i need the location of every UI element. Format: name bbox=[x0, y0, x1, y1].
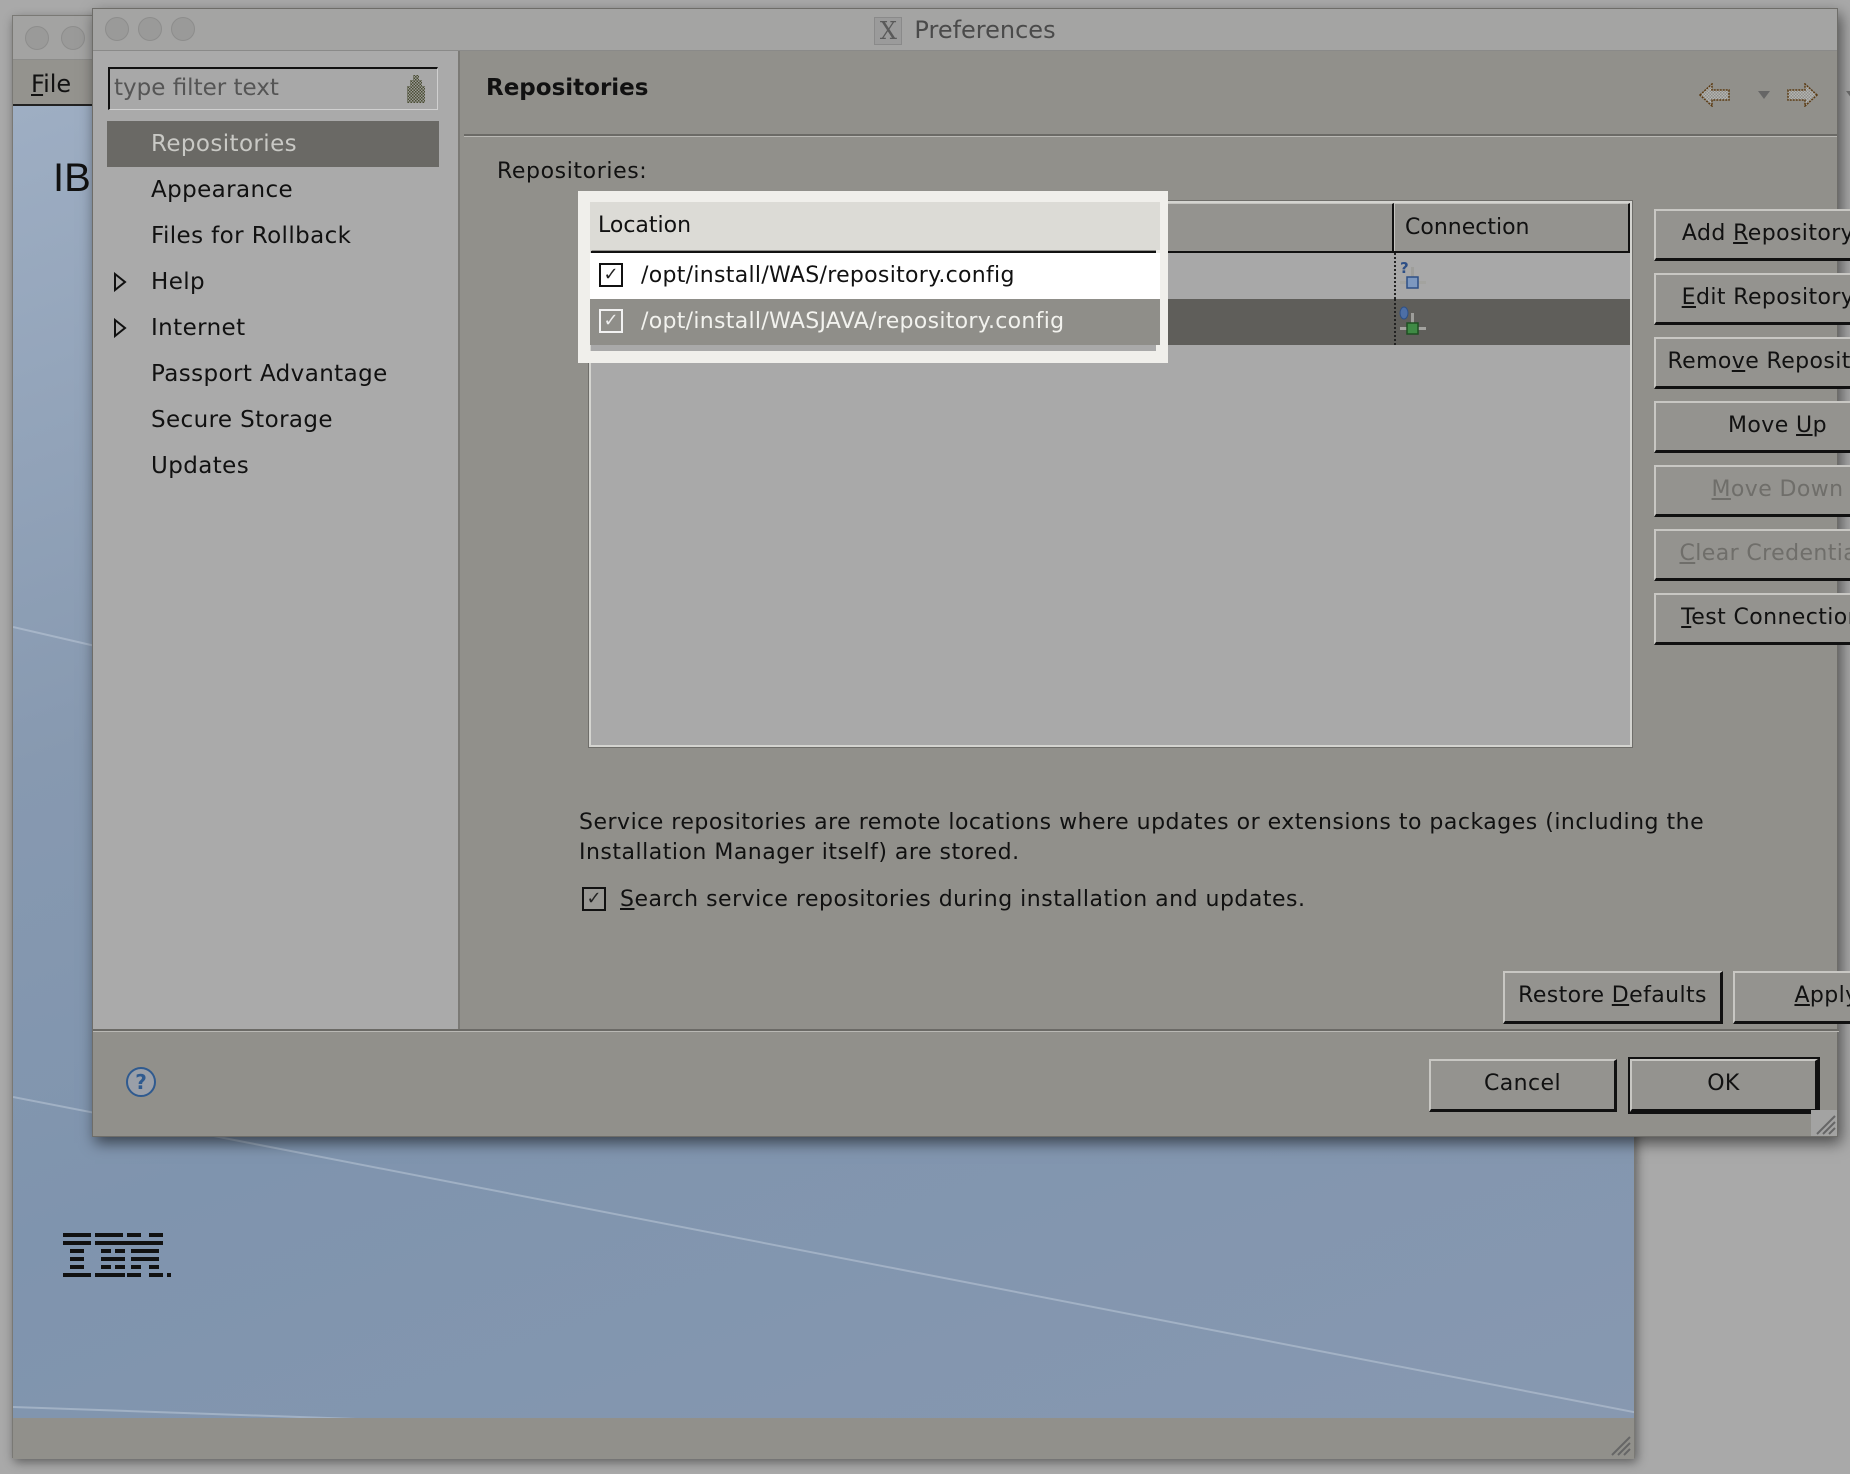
help-icon[interactable]: ? bbox=[126, 1067, 156, 1097]
expand-arrow-icon[interactable] bbox=[113, 272, 127, 292]
repositories-label: Repositories: bbox=[497, 159, 648, 184]
remove-repository-button[interactable]: Remove Repository bbox=[1654, 337, 1850, 389]
row-location: /opt/install/WASJAVA/repository.config bbox=[641, 309, 1065, 334]
ibm-logo bbox=[63, 1233, 171, 1277]
dialog-title: Preferences bbox=[914, 16, 1056, 44]
x11-icon: X bbox=[874, 17, 903, 45]
sidebar-item-label: Appearance bbox=[151, 177, 294, 203]
add-repository-button[interactable]: Add Repository... bbox=[1654, 209, 1850, 261]
sidebar-item-label: Updates bbox=[151, 453, 250, 479]
connection-ok-icon bbox=[1399, 306, 1426, 335]
sidebar-item-repositories[interactable]: Repositories bbox=[107, 121, 439, 167]
description-text: Service repositories are remote location… bbox=[579, 810, 1705, 865]
back-close-button[interactable] bbox=[25, 26, 49, 50]
footer-separator bbox=[93, 1029, 1839, 1032]
sidebar-item-label: Passport Advantage bbox=[151, 361, 388, 387]
sidebar-item-files-for-rollback[interactable]: Files for Rollback bbox=[107, 213, 439, 259]
row-checkbox-checked[interactable]: ✓ bbox=[599, 263, 623, 287]
page-title: Repositories bbox=[486, 75, 649, 101]
sidebar-item-updates[interactable]: Updates bbox=[107, 443, 439, 489]
background-streak bbox=[13, 1096, 1634, 1418]
clear-credentials-button[interactable]: Clear Credentials bbox=[1654, 529, 1850, 581]
resize-grip-icon[interactable] bbox=[1811, 1110, 1837, 1136]
search-service-repositories-label[interactable]: Search service repositories during insta… bbox=[620, 884, 1306, 916]
sidebar-item-label: Internet bbox=[151, 315, 246, 341]
back-arrow-icon[interactable] bbox=[1699, 83, 1731, 107]
sidebar-item-label: Help bbox=[151, 269, 206, 295]
expand-arrow-icon[interactable] bbox=[113, 318, 127, 338]
edit-repository-button[interactable]: Edit Repository... bbox=[1654, 273, 1850, 325]
sidebar-item-appearance[interactable]: Appearance bbox=[107, 167, 439, 213]
dialog-title-wrap: X Preferences bbox=[93, 16, 1837, 45]
sidebar-item-internet[interactable]: Internet bbox=[107, 305, 439, 351]
back-minimize-button[interactable] bbox=[61, 26, 85, 50]
apply-button[interactable]: Apply bbox=[1733, 971, 1850, 1024]
ok-button[interactable]: OK bbox=[1628, 1057, 1820, 1114]
forward-history-dropdown-icon[interactable] bbox=[1846, 91, 1850, 99]
highlight-header: Location bbox=[590, 202, 1160, 250]
menu-file-rest: ile bbox=[43, 70, 72, 98]
highlight-row: ✓ /opt/install/WAS/repository.config bbox=[590, 253, 1160, 299]
back-statusbar bbox=[13, 1418, 1634, 1459]
sidebar-item-label: Files for Rollback bbox=[151, 223, 352, 249]
test-connections-button[interactable]: Test Connections bbox=[1654, 593, 1850, 645]
move-down-button[interactable]: Move Down bbox=[1654, 465, 1850, 517]
background-streak bbox=[13, 1406, 1634, 1418]
column-divider bbox=[1394, 299, 1396, 345]
restore-defaults-button[interactable]: Restore Defaults bbox=[1503, 971, 1723, 1024]
menu-file[interactable]: File bbox=[31, 70, 71, 98]
preference-page: Repositories Repositories: Location Conn… bbox=[462, 51, 1850, 1031]
column-divider bbox=[1394, 253, 1396, 299]
clear-filter-icon[interactable] bbox=[403, 73, 429, 105]
sidebar-item-label: Repositories bbox=[151, 131, 298, 157]
move-up-button[interactable]: Move Up bbox=[1654, 401, 1850, 453]
connection-unknown-icon: ? bbox=[1400, 259, 1426, 289]
svg-text:?: ? bbox=[1400, 259, 1409, 277]
highlight-column-location: Location bbox=[598, 213, 692, 238]
sidebar-item-secure-storage[interactable]: Secure Storage bbox=[107, 397, 439, 443]
cancel-button[interactable]: Cancel bbox=[1429, 1059, 1617, 1112]
forward-arrow-icon[interactable] bbox=[1786, 83, 1818, 107]
title-separator bbox=[464, 134, 1837, 137]
sidebar-item-help[interactable]: Help bbox=[107, 259, 439, 305]
search-service-repositories-checkbox[interactable]: ✓ bbox=[582, 887, 606, 911]
sidebar-item-passport-advantage[interactable]: Passport Advantage bbox=[107, 351, 439, 397]
preferences-dialog: X Preferences Repositories Appearance Fil… bbox=[92, 8, 1850, 1137]
filter-input[interactable] bbox=[110, 69, 390, 107]
sidebar-item-label: Secure Storage bbox=[151, 407, 333, 433]
filter-field bbox=[108, 67, 438, 110]
column-header-connection[interactable]: Connection bbox=[1394, 203, 1630, 251]
dialog-titlebar[interactable]: X Preferences bbox=[93, 9, 1837, 51]
back-history-dropdown-icon[interactable] bbox=[1758, 91, 1770, 99]
highlight-row-selected: ✓ /opt/install/WASJAVA/repository.config bbox=[590, 299, 1160, 345]
row-checkbox-checked[interactable]: ✓ bbox=[599, 309, 623, 333]
row-location: /opt/install/WAS/repository.config bbox=[641, 263, 1015, 288]
preferences-sidebar: Repositories Appearance Files for Rollba… bbox=[93, 51, 460, 1031]
resize-grip-icon[interactable] bbox=[1606, 1431, 1632, 1457]
